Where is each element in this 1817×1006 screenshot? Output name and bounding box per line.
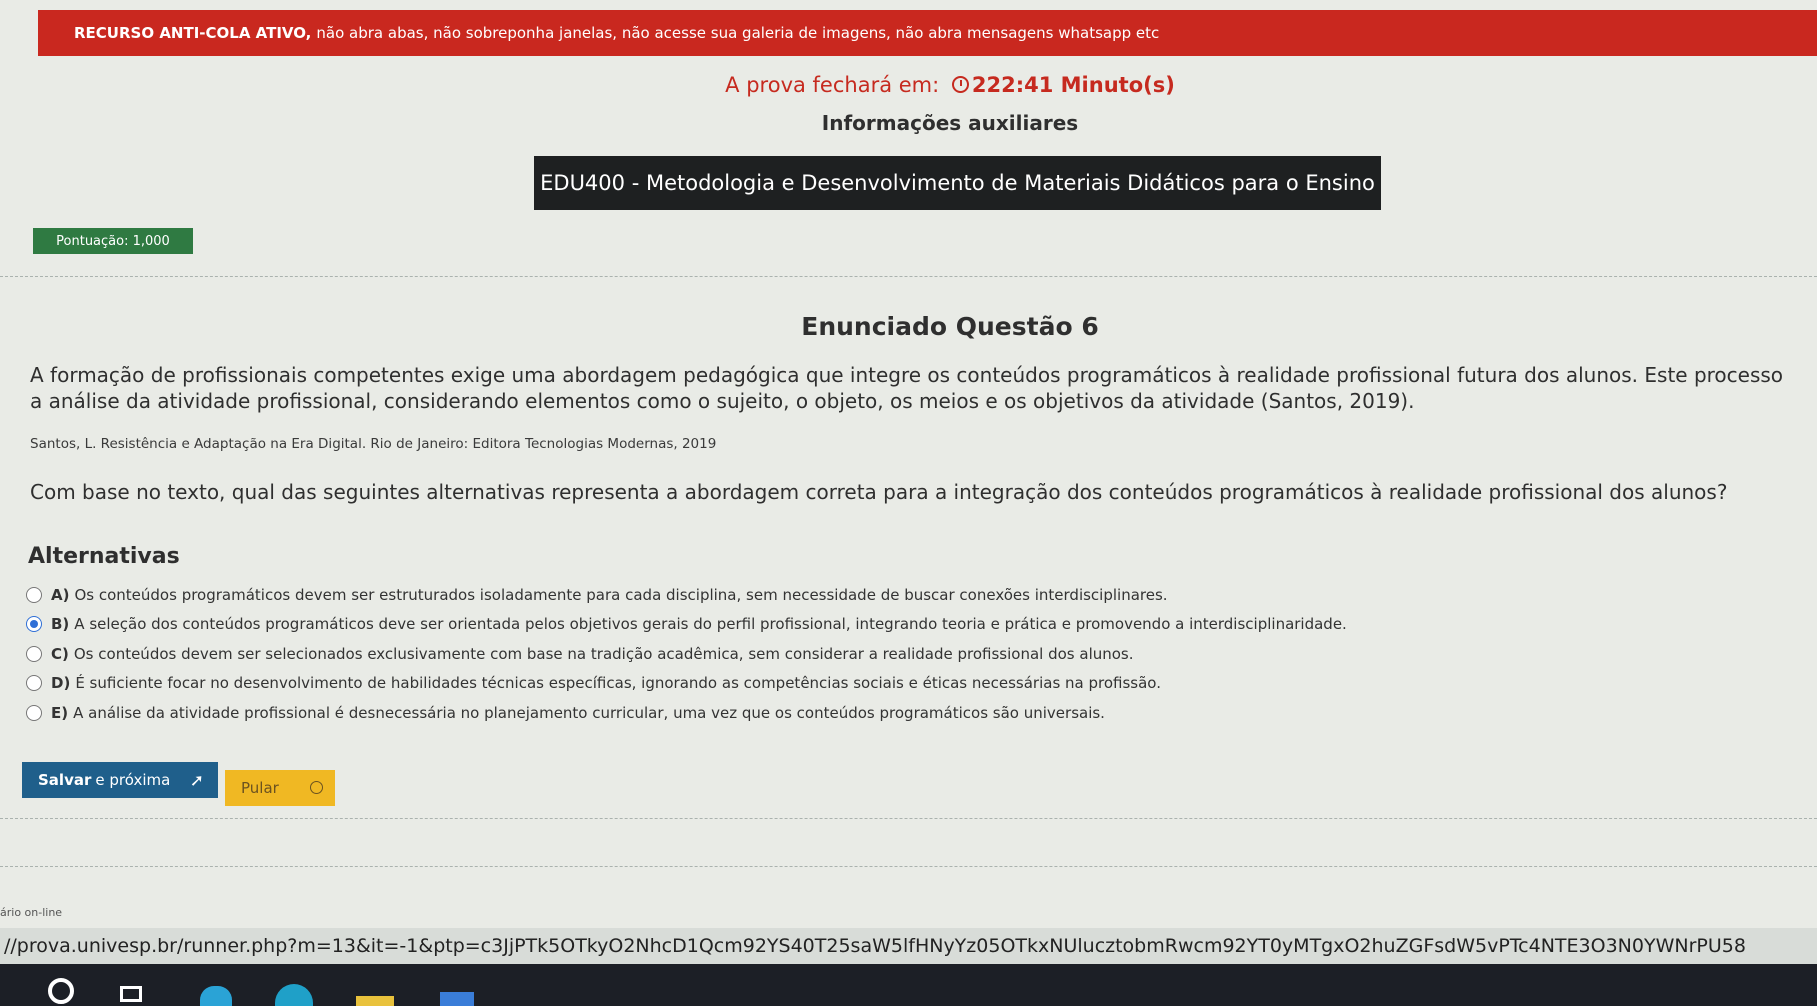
question-text: Com base no texto, qual das seguintes al… xyxy=(30,480,1728,504)
alternative-b[interactable]: B) A seleção dos conteúdos programáticos… xyxy=(26,610,1347,640)
alternative-d[interactable]: D) É suficiente focar no desenvolvimento… xyxy=(26,669,1347,699)
divider xyxy=(0,276,1817,277)
statement-line-2: a análise da atividade profissional, con… xyxy=(30,389,1415,413)
footer-text: ário on-line xyxy=(0,906,63,919)
alternative-letter: A) xyxy=(51,585,70,604)
course-title: EDU400 - Metodologia e Desenvolvimento d… xyxy=(534,156,1381,210)
save-label: e próxima xyxy=(95,771,171,789)
divider xyxy=(0,818,1817,819)
alternative-e[interactable]: E) A análise da atividade profissional é… xyxy=(26,698,1347,728)
statement-line-1: A formação de profissionais competentes … xyxy=(30,363,1784,387)
app-icon[interactable] xyxy=(440,992,474,1006)
save-next-button[interactable]: Salvar e próxima ➚ xyxy=(22,762,218,798)
alternative-a[interactable]: A) Os conteúdos programáticos devem ser … xyxy=(26,580,1347,610)
alternative-text: É suficiente focar no desenvolvimento de… xyxy=(75,674,1161,693)
arrow-icon: ➚ xyxy=(189,771,204,791)
alternative-text: A seleção dos conteúdos programáticos de… xyxy=(74,615,1347,634)
question-title: Enunciado Questão 6 xyxy=(801,312,1099,341)
alternative-letter: D) xyxy=(51,674,71,693)
alternative-letter: C) xyxy=(51,644,69,663)
radio-b[interactable] xyxy=(26,616,42,633)
alternative-letter: B) xyxy=(51,615,70,634)
radio-a[interactable] xyxy=(26,586,42,603)
alternative-c[interactable]: C) Os conteúdos devem ser selecionados e… xyxy=(26,639,1347,669)
alternative-text: A análise da atividade profissional é de… xyxy=(73,703,1105,722)
alternative-text: Os conteúdos devem ser selecionados excl… xyxy=(73,644,1134,663)
app-icon[interactable] xyxy=(200,986,232,1006)
auxiliary-info-link[interactable]: Informações auxiliares xyxy=(0,111,1817,135)
save-label-bold: Salvar xyxy=(38,771,92,789)
clock-icon xyxy=(951,76,969,93)
alternatives-list: A) Os conteúdos programáticos devem ser … xyxy=(26,580,1347,728)
skip-button[interactable]: Pular xyxy=(225,770,335,806)
divider xyxy=(0,866,1817,867)
radio-e[interactable] xyxy=(26,704,42,721)
timer-label: A prova fechará em: xyxy=(725,73,940,97)
browser-icon[interactable] xyxy=(275,984,313,1006)
taskbar xyxy=(0,964,1817,1006)
banner-bold-text: RECURSO ANTI-COLA ATIVO, xyxy=(74,24,312,42)
status-url-bar: //prova.univesp.br/runner.php?m=13&it=-1… xyxy=(0,928,1817,964)
exam-timer: A prova fechará em: 222:41 Minuto(s) xyxy=(0,73,1817,97)
radio-d[interactable] xyxy=(26,675,42,692)
score-badge: Pontuação: 1,000 xyxy=(33,228,193,254)
banner-text: não abra abas, não sobreponha janelas, n… xyxy=(316,24,1160,42)
question-statement: A formação de profissionais competentes … xyxy=(30,362,1817,414)
radio-c[interactable] xyxy=(26,645,42,662)
folder-icon[interactable] xyxy=(356,996,394,1006)
timer-value: 222:41 Minuto(s) xyxy=(971,73,1175,97)
skip-label: Pular xyxy=(241,779,279,797)
search-icon[interactable] xyxy=(48,978,74,1004)
alternative-text: Os conteúdos programáticos devem ser est… xyxy=(74,585,1168,604)
alternative-letter: E) xyxy=(51,703,69,722)
alternatives-title: Alternativas xyxy=(28,544,180,569)
task-view-icon[interactable] xyxy=(120,986,142,1002)
citation: Santos, L. Resistência e Adaptação na Er… xyxy=(30,436,717,452)
clock-icon xyxy=(310,781,323,794)
anti-cheat-banner: RECURSO ANTI-COLA ATIVO, não abra abas, … xyxy=(38,10,1817,56)
